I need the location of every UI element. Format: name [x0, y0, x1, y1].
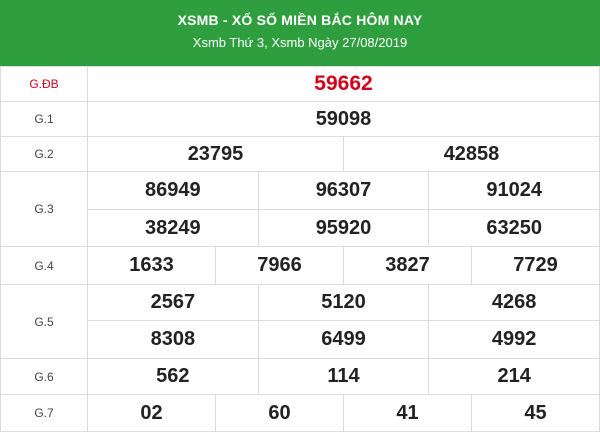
prize-label-g1: G.1 — [0, 101, 88, 137]
prize-number: 23795 — [187, 142, 244, 165]
table-row-special: G.ĐB 59662 — [0, 66, 600, 102]
prize-number: 42858 — [443, 142, 500, 165]
prize-number: 63250 — [486, 216, 542, 239]
prize-label-special: G.ĐB — [0, 66, 88, 102]
lottery-results-page: XSMB - XỔ SỐ MIỀN BẮC HÔM NAY Xsmb Thứ 3… — [0, 0, 600, 445]
table-row-g5: 8308 6499 4992 — [1, 320, 600, 359]
prize-number: 114 — [327, 365, 360, 387]
prize-number: 214 — [497, 365, 531, 387]
prize-number: 5120 — [321, 291, 366, 313]
header-title: XSMB - XỔ SỐ MIỀN BẮC HÔM NAY — [177, 12, 423, 28]
table-row-g3: 38249 95920 63250 — [1, 209, 600, 247]
table-row-g5: G.5 2567 5120 4268 — [0, 284, 600, 359]
prize-number: 41 — [396, 401, 419, 424]
prize-number: 6499 — [321, 328, 366, 350]
table-row-g6: G.6 562 114 214 — [0, 358, 600, 395]
table-row-g7: G.7 02 60 41 45 — [0, 394, 600, 432]
prize-number: 1633 — [129, 254, 174, 276]
results-header: XSMB - XỔ SỐ MIỀN BẮC HÔM NAY Xsmb Thứ 3… — [0, 0, 600, 66]
prize-number: 86949 — [145, 179, 201, 201]
table-row-g1: G.1 59098 — [0, 101, 600, 137]
prize-label-g5: G.5 — [0, 284, 88, 359]
table-row-g2: G.2 23795 42858 — [0, 136, 600, 172]
prize-label-g7: G.7 — [0, 394, 88, 432]
prize-number: 8308 — [150, 328, 196, 350]
prize-number: 91024 — [486, 179, 542, 201]
prize-label-g2: G.2 — [0, 136, 88, 172]
prize-number: 3827 — [385, 254, 430, 276]
prize-number: 96307 — [315, 179, 372, 201]
prize-label-g4: G.4 — [0, 246, 88, 285]
prize-number: 95920 — [315, 216, 372, 239]
prize-label-g3: G.3 — [0, 171, 88, 247]
prize-number: 02 — [140, 401, 163, 424]
prize-number: 4992 — [491, 328, 537, 350]
table-row-g4: G.4 1633 7966 3827 7729 — [0, 246, 600, 285]
prize-number: 2567 — [150, 291, 196, 313]
table-row-g3: G.3 86949 96307 91024 — [0, 171, 600, 247]
special-prize-number: 59662 — [314, 72, 373, 95]
prize-number: 7966 — [257, 254, 302, 276]
prize-number: 4268 — [491, 291, 537, 313]
prize-number: 562 — [156, 365, 190, 387]
results-table: G.ĐB 59662 G.1 59098 G.2 23795 42858 G.3… — [0, 66, 600, 432]
header-subtitle: Xsmb Thứ 3, Xsmb Ngày 27/08/2019 — [192, 35, 408, 50]
prize-number: 59098 — [315, 107, 372, 130]
prize-number: 45 — [524, 401, 547, 424]
prize-label-g6: G.6 — [0, 358, 88, 395]
prize-number: 60 — [268, 401, 291, 424]
prize-number: 38249 — [145, 216, 201, 239]
prize-number: 7729 — [513, 254, 558, 276]
